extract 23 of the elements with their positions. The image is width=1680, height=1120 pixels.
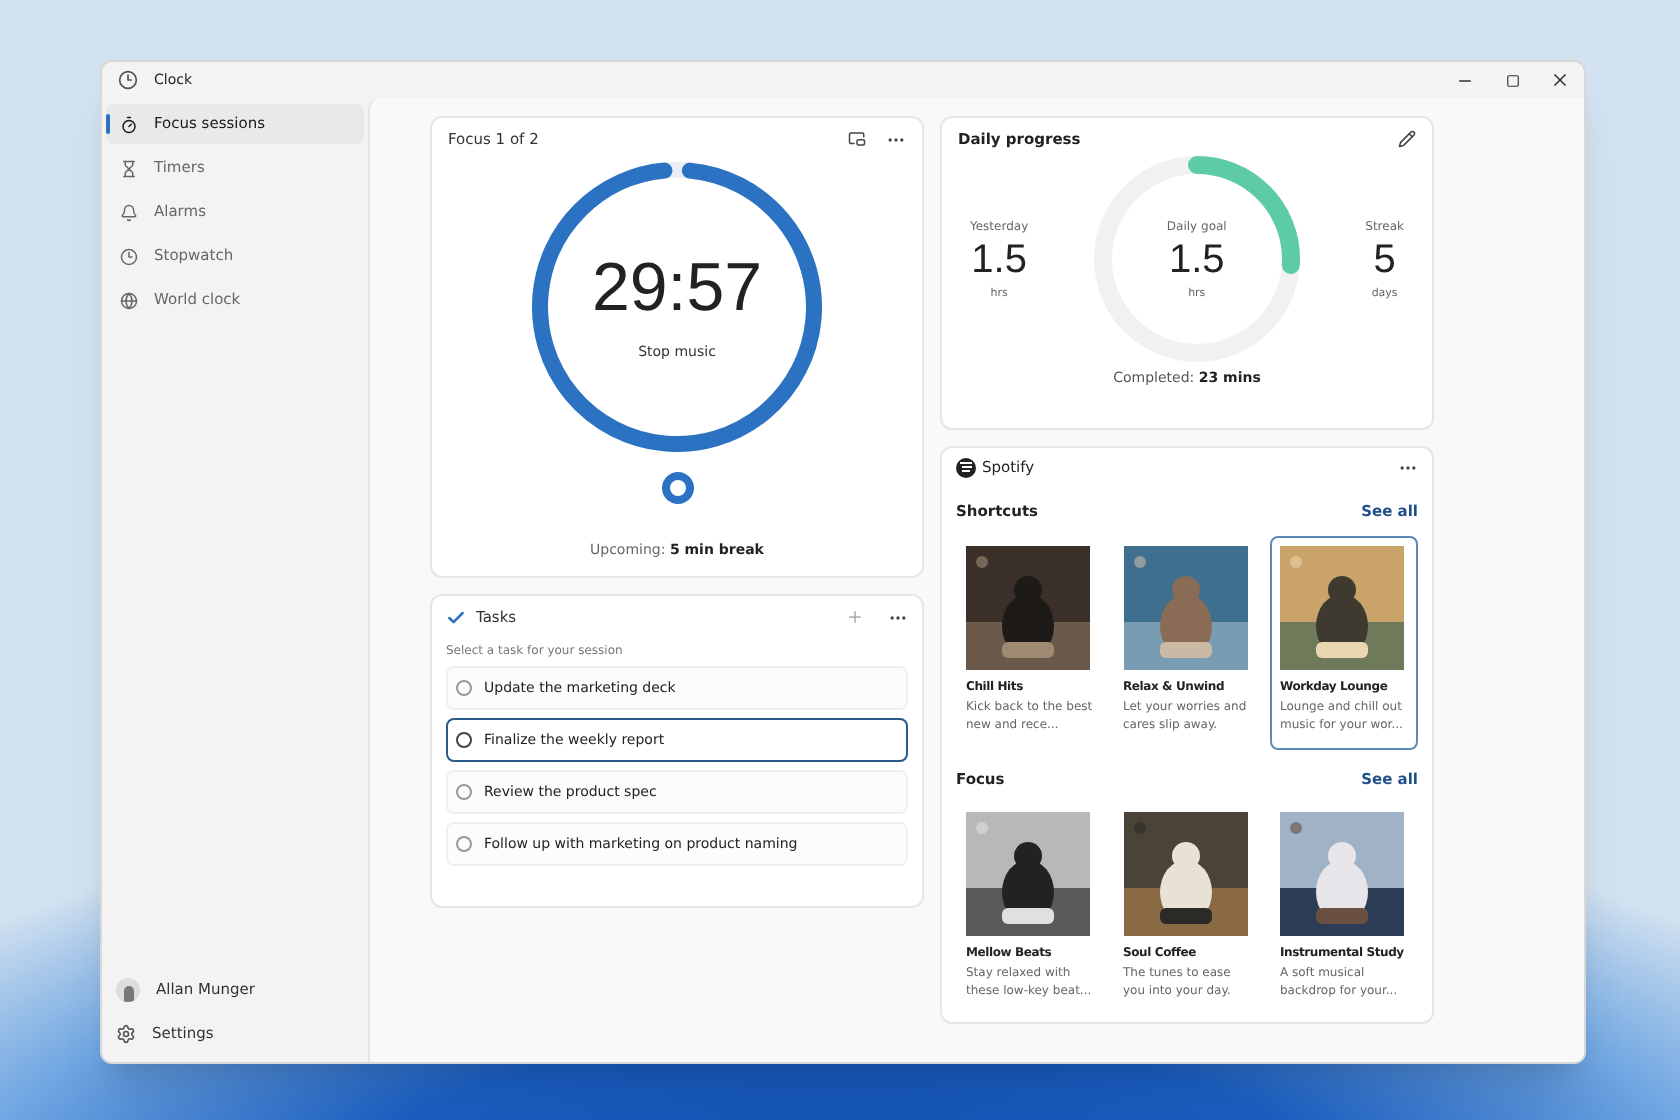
bell-icon [120, 203, 138, 221]
check-icon [446, 607, 466, 628]
settings-icon [116, 1024, 136, 1044]
clock-icon [118, 70, 138, 90]
stat-value: 1.5 [971, 235, 1027, 286]
close-icon [1550, 70, 1570, 90]
radio-icon [456, 680, 472, 697]
radio-icon [456, 836, 472, 853]
stat-value: 1.5 [1168, 235, 1225, 286]
radio-icon [456, 732, 472, 749]
focus-icon [120, 115, 138, 133]
globe-icon [120, 291, 138, 309]
timer-display: 29:57 [591, 253, 763, 321]
play-button[interactable] [661, 472, 693, 505]
radio-icon [456, 784, 472, 801]
edit-icon[interactable] [1398, 130, 1416, 149]
avatar-icon [116, 978, 140, 1002]
stopwatch-icon [120, 247, 138, 265]
spotify-logo-icon [956, 457, 976, 478]
hourglass-icon [120, 159, 138, 177]
stat-value: 5 [1373, 235, 1396, 286]
maximize-icon [1505, 73, 1519, 87]
mini-view-icon[interactable] [848, 130, 866, 149]
